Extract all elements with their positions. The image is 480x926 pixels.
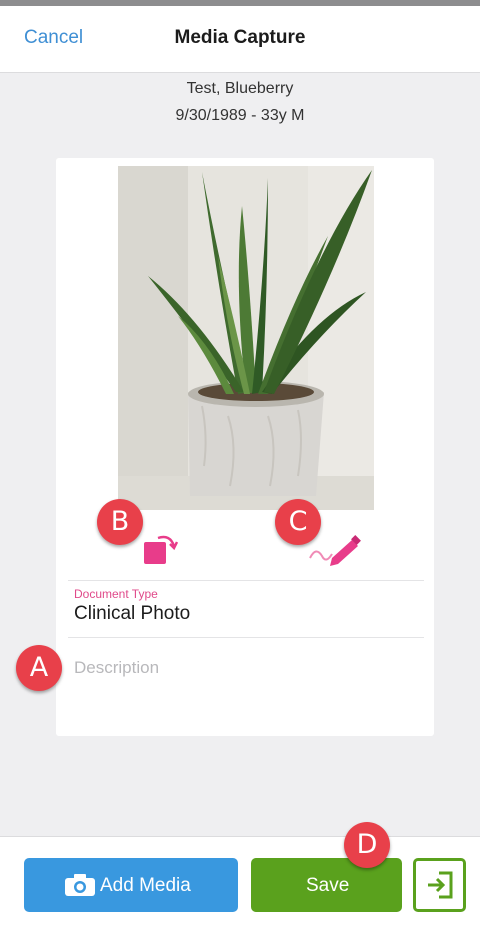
page-title: Media Capture: [174, 27, 306, 48]
navigation-bar: Cancel Media Capture: [0, 6, 480, 73]
callout-a: A: [16, 645, 62, 691]
save-button[interactable]: Save: [251, 858, 402, 912]
divider: [68, 637, 424, 638]
add-media-button[interactable]: Add Media: [24, 858, 238, 912]
callout-b: B: [97, 499, 143, 545]
callout-c: C: [275, 499, 321, 545]
annotate-pen-icon[interactable]: [306, 534, 362, 571]
camera-icon: [64, 873, 96, 903]
captured-photo[interactable]: [118, 166, 374, 510]
add-media-label: Add Media: [100, 875, 191, 896]
save-label: Save: [306, 875, 350, 896]
description-field[interactable]: Description: [74, 658, 159, 678]
patient-name: Test, Blueberry: [186, 80, 294, 97]
document-type-field[interactable]: Clinical Photo: [74, 603, 190, 625]
patient-details: 9/30/1989 - 33y M: [175, 107, 305, 124]
callout-d: D: [344, 822, 390, 868]
exit-button[interactable]: [413, 858, 466, 912]
exit-icon: [425, 870, 455, 906]
rotate-icon[interactable]: [142, 530, 179, 573]
divider: [68, 580, 424, 581]
document-type-label: Document Type: [74, 587, 158, 601]
